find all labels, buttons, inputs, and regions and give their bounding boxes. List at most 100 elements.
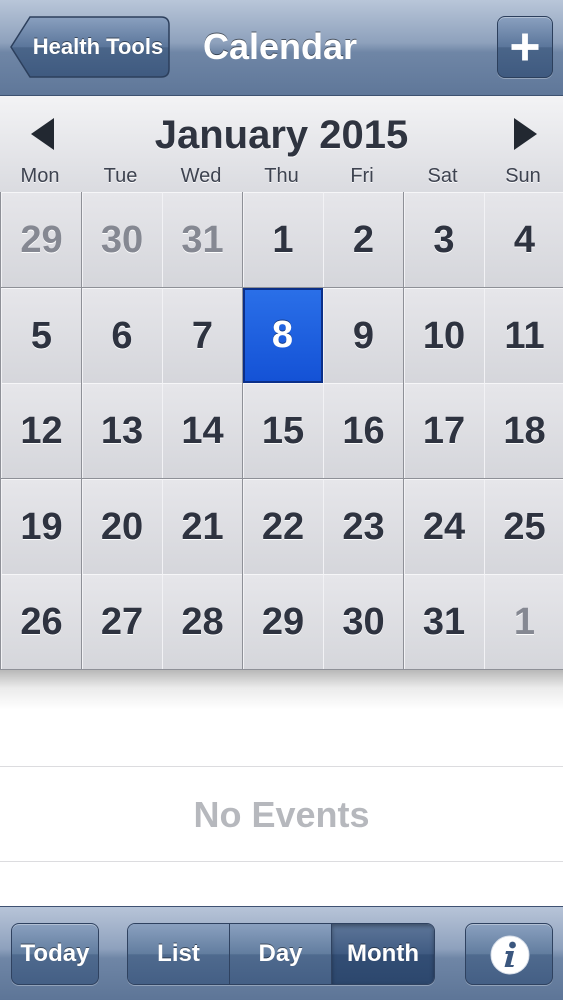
day-cell[interactable]: 29 [242, 574, 323, 669]
day-cell[interactable]: 29 [1, 192, 81, 287]
events-divider [0, 766, 563, 767]
day-cell[interactable]: 15 [242, 383, 323, 478]
day-cell[interactable]: 11 [484, 287, 563, 383]
navigation-bar: Health Tools Calendar [0, 0, 563, 96]
day-number: 28 [181, 601, 224, 643]
calendar-header: January 2015 Mon Tue Wed Thu Fri Sat Sun [0, 96, 563, 192]
day-number: 20 [100, 505, 144, 548]
day-number: 25 [503, 505, 546, 548]
day-cell[interactable]: 21 [162, 478, 242, 574]
back-button-label: Health Tools [32, 34, 164, 59]
day-number: 1 [513, 601, 536, 643]
day-number: 29 [20, 219, 63, 261]
day-number: 3 [433, 219, 455, 261]
day-cell[interactable]: 3 [403, 192, 484, 287]
weekday-label: Sun [505, 165, 541, 187]
day-number: 26 [20, 601, 63, 643]
day-cell[interactable]: 25 [484, 478, 563, 574]
day-cell[interactable]: 4 [484, 192, 563, 287]
day-cell[interactable]: 12 [1, 383, 81, 478]
day-cell[interactable]: 24 [403, 478, 484, 574]
day-number: 17 [422, 410, 466, 452]
info-button[interactable] [465, 923, 553, 985]
day-number: 11 [504, 314, 545, 357]
today-button[interactable]: Today [11, 923, 99, 985]
view-list-button[interactable]: List [128, 924, 230, 984]
day-number: 10 [422, 314, 466, 357]
month-title: January 2015 [154, 113, 409, 157]
day-cell[interactable]: 1 [242, 192, 323, 287]
day-cell[interactable]: 19 [1, 478, 81, 574]
day-number: 30 [342, 601, 385, 643]
day-number: 22 [261, 505, 305, 548]
day-cell[interactable]: 14 [162, 383, 242, 478]
day-cell[interactable]: 27 [81, 574, 162, 669]
day-cell[interactable]: 16 [323, 383, 403, 478]
day-number: 21 [181, 505, 224, 548]
page-title: Calendar [202, 26, 358, 67]
day-number: 2 [352, 219, 375, 261]
day-number: 31 [181, 219, 224, 261]
view-month-button[interactable]: Month [332, 924, 434, 984]
day-cell[interactable]: 31 [162, 192, 242, 287]
day-number: 12 [20, 410, 63, 452]
weekday-header-row: Mon Tue Wed Thu Fri Sat Sun [0, 164, 563, 188]
day-cell[interactable]: 9 [323, 287, 403, 383]
calendar-grid: 29 30 31 1 2 3 4 5 6 7 8 9 10 11 12 13 14 15 16 17 18 19 20 21 2… [0, 192, 563, 670]
day-cell[interactable]: 10 [403, 287, 484, 383]
day-number: 9 [352, 314, 375, 357]
day-number: 23 [342, 505, 385, 548]
day-number: 30 [100, 219, 144, 261]
day-cell[interactable]: 20 [81, 478, 162, 574]
day-number: 31 [422, 601, 466, 643]
day-cell[interactable]: 18 [484, 383, 563, 478]
grid-shadow [0, 670, 563, 710]
weekday-label: Fri [350, 165, 374, 187]
weekday-label: Sat [427, 165, 458, 187]
day-cell[interactable]: 31 [403, 574, 484, 669]
day-cell[interactable]: 1 [484, 574, 563, 669]
day-cell-selected[interactable]: 8 [242, 287, 323, 383]
day-cell[interactable]: 26 [1, 574, 81, 669]
weekday-label: Wed [180, 165, 222, 187]
day-number: 7 [191, 314, 214, 357]
day-cell[interactable]: 7 [162, 287, 242, 383]
day-number: 6 [111, 314, 133, 357]
events-divider [0, 861, 563, 862]
day-number: 18 [503, 410, 546, 452]
day-cell[interactable]: 6 [81, 287, 162, 383]
day-number: 4 [513, 219, 536, 261]
bottom-toolbar: Today List Day Month [0, 906, 563, 1000]
day-cell[interactable]: 2 [323, 192, 403, 287]
weekday-label: Tue [103, 165, 138, 187]
day-number: 1 [272, 219, 294, 261]
day-number: 24 [422, 505, 466, 548]
day-number: 5 [30, 314, 53, 357]
view-day-button[interactable]: Day [230, 924, 332, 984]
triangle-left-icon[interactable] [28, 116, 58, 152]
day-number: 16 [342, 410, 385, 452]
day-number: 19 [20, 505, 63, 548]
day-cell[interactable]: 30 [323, 574, 403, 669]
add-event-button[interactable] [497, 16, 553, 78]
day-number: 8 [271, 313, 294, 356]
day-cell[interactable]: 28 [162, 574, 242, 669]
day-cell[interactable]: 23 [323, 478, 403, 574]
day-cell[interactable]: 22 [242, 478, 323, 574]
plus-icon [511, 33, 539, 61]
day-cell[interactable]: 17 [403, 383, 484, 478]
day-number: 27 [100, 601, 144, 643]
back-button[interactable]: Health Tools [10, 16, 170, 78]
weekday-label: Mon [20, 165, 60, 187]
view-segmented-control: List Day Month [127, 923, 435, 985]
info-icon [490, 935, 530, 975]
day-cell[interactable]: 13 [81, 383, 162, 478]
day-number: 14 [181, 410, 224, 452]
day-cell[interactable]: 30 [81, 192, 162, 287]
no-events-label: No Events [193, 794, 370, 835]
weekday-label: Thu [264, 165, 299, 187]
day-number: 29 [261, 601, 305, 643]
day-cell[interactable]: 5 [1, 287, 81, 383]
day-number: 15 [261, 410, 305, 452]
triangle-right-icon[interactable] [510, 116, 540, 152]
